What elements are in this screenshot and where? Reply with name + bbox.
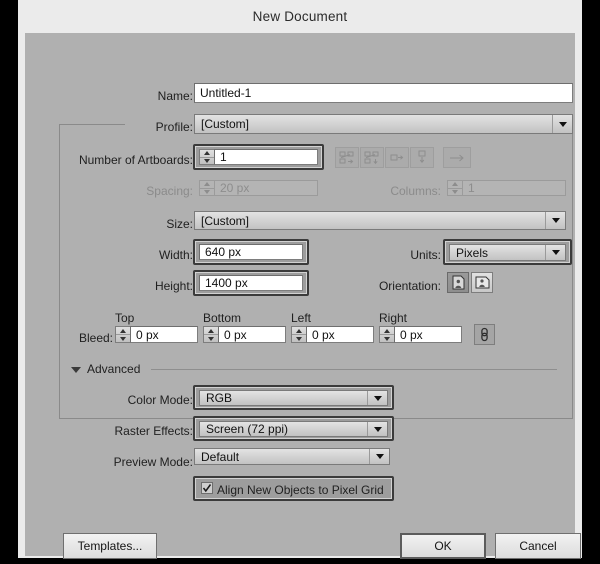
arrange-by-row-glyph xyxy=(389,152,405,164)
dialog-title: New Document xyxy=(253,9,348,24)
bleed-bottom-stepper[interactable] xyxy=(203,326,218,343)
align-pixel-grid-checkbox[interactable] xyxy=(201,482,213,494)
spacing-stepper xyxy=(199,180,214,196)
advanced-separator xyxy=(151,369,557,370)
rtl-arrow-glyph xyxy=(447,152,467,164)
width-input[interactable]: 640 px xyxy=(199,244,303,260)
stepper-up-icon xyxy=(448,181,462,189)
bleed-left-stepper[interactable] xyxy=(291,326,306,343)
chevron-down-icon xyxy=(552,115,572,133)
portrait-icon[interactable] xyxy=(447,272,469,293)
bleed-right-input[interactable]: 0 px xyxy=(394,326,462,343)
profile-select[interactable]: [Custom] xyxy=(194,114,573,134)
change-to-right-to-left-icon[interactable] xyxy=(443,147,471,168)
stepper-up-icon xyxy=(200,181,214,189)
stepper-down-icon xyxy=(200,189,214,196)
stepper-up-icon[interactable] xyxy=(292,327,306,335)
raster-effects-select[interactable]: Screen (72 ppi) xyxy=(199,421,388,437)
stepper-up-icon[interactable] xyxy=(380,327,394,335)
stepper-down-icon[interactable] xyxy=(116,335,130,342)
stepper-down-icon xyxy=(448,189,462,196)
stepper-up-icon[interactable] xyxy=(116,327,130,335)
preview-mode-label: Preview Mode: xyxy=(35,455,193,469)
name-label: Name: xyxy=(65,89,193,103)
columns-input: 1 xyxy=(462,180,566,196)
raster-effects-label: Raster Effects: xyxy=(35,424,193,438)
chevron-down-icon xyxy=(367,422,387,436)
link-chain-glyph xyxy=(480,327,489,342)
number-of-artboards-input[interactable]: 1 xyxy=(214,149,318,165)
chevron-down-icon xyxy=(369,449,389,464)
height-label: Height: xyxy=(65,279,193,293)
new-document-dialog: New Document Name: Untitled-1 Profile: [… xyxy=(18,0,582,558)
bleed-top-label: Top xyxy=(115,311,193,325)
stepper-down-icon[interactable] xyxy=(292,335,306,342)
landscape-glyph xyxy=(475,276,490,289)
dialog-titlebar: New Document xyxy=(18,0,582,33)
bleed-top-stepper[interactable] xyxy=(115,326,130,343)
ok-button[interactable]: OK xyxy=(400,533,486,559)
stepper-down-icon[interactable] xyxy=(204,335,218,342)
color-mode-label: Color Mode: xyxy=(35,393,193,407)
size-select-value: [Custom] xyxy=(201,214,249,228)
bleed-bottom-input[interactable]: 0 px xyxy=(218,326,286,343)
grid-by-row-glyph xyxy=(339,151,355,165)
stepper-down-icon[interactable] xyxy=(380,335,394,342)
bleed-right-stepper[interactable] xyxy=(379,326,394,343)
units-label: Units: xyxy=(347,248,441,262)
profile-label: Profile: xyxy=(65,120,193,134)
height-input[interactable]: 1400 px xyxy=(199,275,303,291)
advanced-collapse-icon[interactable] xyxy=(71,367,81,373)
landscape-icon[interactable] xyxy=(471,272,493,293)
number-of-artboards-label: Number of Artboards: xyxy=(35,153,193,167)
dialog-body: Name: Untitled-1 Profile: [Custom] Numbe… xyxy=(25,33,575,556)
columns-stepper xyxy=(447,180,462,196)
grid-by-row-icon[interactable] xyxy=(335,147,359,168)
size-label: Size: xyxy=(65,217,193,231)
bleed-top-input[interactable]: 0 px xyxy=(130,326,198,343)
raster-effects-select-value: Screen (72 ppi) xyxy=(206,422,288,436)
grid-by-column-glyph xyxy=(364,151,380,165)
preview-mode-select[interactable]: Default xyxy=(194,448,390,465)
color-mode-select[interactable]: RGB xyxy=(199,390,388,406)
color-mode-select-value: RGB xyxy=(206,391,232,405)
grid-by-column-icon[interactable] xyxy=(360,147,384,168)
arrange-by-row-icon[interactable] xyxy=(385,147,409,168)
preview-mode-select-value: Default xyxy=(201,450,239,464)
stepper-up-icon[interactable] xyxy=(204,327,218,335)
bleed-left-label: Left xyxy=(291,311,369,325)
chevron-down-icon xyxy=(545,212,565,229)
arrange-by-column-glyph xyxy=(416,150,428,166)
chevron-down-icon xyxy=(545,245,565,260)
chevron-down-icon xyxy=(367,391,387,405)
width-label: Width: xyxy=(65,248,193,262)
orientation-label: Orientation: xyxy=(315,279,441,293)
bleed-right-label: Right xyxy=(379,311,457,325)
size-select[interactable]: [Custom] xyxy=(194,211,566,230)
portrait-glyph xyxy=(452,275,465,290)
checkmark-icon xyxy=(202,483,212,493)
align-pixel-grid-label: Align New Objects to Pixel Grid xyxy=(217,483,397,497)
stepper-down-icon[interactable] xyxy=(200,158,214,165)
columns-label: Columns: xyxy=(313,184,441,198)
name-input[interactable]: Untitled-1 xyxy=(194,83,573,103)
bleed-bottom-label: Bottom xyxy=(203,311,281,325)
bleed-left-input[interactable]: 0 px xyxy=(306,326,374,343)
units-select-value: Pixels xyxy=(456,246,488,260)
arrange-by-column-icon[interactable] xyxy=(410,147,434,168)
link-chain-icon[interactable] xyxy=(474,324,495,345)
cancel-button[interactable]: Cancel xyxy=(495,533,581,559)
number-of-artboards-stepper[interactable] xyxy=(199,149,214,165)
units-select[interactable]: Pixels xyxy=(449,244,566,261)
stepper-up-icon[interactable] xyxy=(200,150,214,158)
spacing-label: Spacing: xyxy=(65,184,193,198)
spacing-input: 20 px xyxy=(214,180,318,196)
templates-button[interactable]: Templates... xyxy=(63,533,157,559)
bleed-label: Bleed: xyxy=(35,331,113,345)
profile-select-value: [Custom] xyxy=(201,117,249,131)
